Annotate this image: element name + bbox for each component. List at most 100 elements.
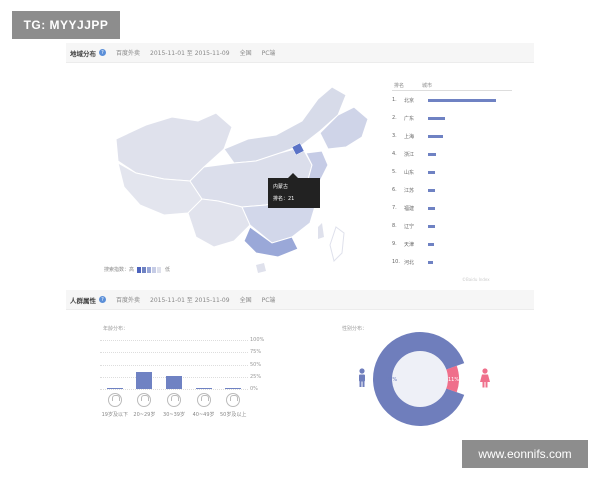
region-panel-header: 地域分布 ? 百度外卖 2015-11-01 至 2015-11-09 全国 P… <box>66 43 534 63</box>
ranking-city: 广东 <box>404 115 415 122</box>
ranking-number: 3. <box>392 133 397 139</box>
ranking-city: 上海 <box>404 133 415 140</box>
ranking-number: 4. <box>392 151 397 157</box>
ranking-row[interactable]: 9. 天津 <box>392 235 512 253</box>
age-bar[interactable] <box>166 376 182 389</box>
ranking-number: 2. <box>392 115 397 121</box>
ranking-bar <box>428 188 435 192</box>
ranking-rows: 1. 北京 2. 广东 3. 上海 4. 浙江 5. 山东 6. 江苏 7. 福建 8. 辽宁 9. 天津 10. 河… <box>392 91 512 271</box>
city-ranking: 排名 城市 1. 北京 2. 广东 3. 上海 4. 浙江 5. 山东 6. 江苏 7. 福建 8. 辽宁 9.… <box>392 80 512 271</box>
ranking-col-rank: 排名 <box>394 82 405 89</box>
ranking-row[interactable]: 6. 江苏 <box>392 181 512 199</box>
ranking-bar <box>428 260 433 264</box>
ranking-bar <box>428 152 436 156</box>
age-gridline <box>100 364 248 366</box>
ranking-city: 天津 <box>404 241 415 248</box>
help-icon[interactable]: ? <box>99 296 106 303</box>
age-bar[interactable] <box>106 387 123 389</box>
map-southwest-region[interactable] <box>187 198 251 248</box>
ranking-row[interactable]: 7. 福建 <box>392 199 512 217</box>
ranking-city: 北京 <box>404 97 415 104</box>
ranking-bar <box>428 170 435 174</box>
crowd-panel-title: 人群属性 <box>70 296 96 305</box>
age-chart-title: 年龄分布： <box>103 326 129 332</box>
donut-hole <box>392 351 448 407</box>
age-axis-tick: 50% <box>250 361 262 368</box>
age-axis-tick: 0% <box>250 386 258 392</box>
map-taiwan-region[interactable] <box>318 223 324 239</box>
ranking-number: 10. <box>392 259 400 265</box>
map-hainan-region[interactable] <box>256 263 266 273</box>
age-gridline <box>100 389 248 390</box>
date-range[interactable]: 2015-11-01 至 2015-11-09 <box>150 48 230 57</box>
female-icon <box>480 368 490 388</box>
age-gridline <box>100 352 248 354</box>
filter-source[interactable]: 百度外卖 <box>116 48 140 57</box>
legend-low-label: 低 <box>165 267 171 273</box>
ranking-row[interactable]: 4. 浙江 <box>392 145 512 163</box>
map-south-sea-islands <box>329 226 345 262</box>
gender-donut-chart: 89% 11% <box>373 332 465 426</box>
scope-filter[interactable]: 全国 <box>240 48 252 57</box>
ranking-bar <box>428 134 443 138</box>
legend-high-label: 搜索指数：高 <box>104 267 135 273</box>
tooltip-region: 内蒙古 <box>273 184 289 190</box>
ranking-city: 福建 <box>404 205 415 212</box>
ranking-bar <box>428 242 434 246</box>
device-filter[interactable]: PC端 <box>262 295 276 304</box>
ranking-header: 排名 城市 <box>392 80 512 91</box>
filter-source[interactable]: 百度外卖 <box>116 295 140 304</box>
age-axis-tick: 75% <box>250 349 262 356</box>
map-tooltip: 内蒙古 排名：21 <box>268 173 320 208</box>
screenshot-stage: 地域分布 ? 百度外卖 2015-11-01 至 2015-11-09 全国 P… <box>0 0 600 480</box>
ranking-city: 浙江 <box>404 151 415 158</box>
legend-gradient <box>137 266 162 273</box>
age-axis-tick: 100% <box>250 337 265 343</box>
watermark-bottom-right: www.eonnifs.com <box>462 440 588 468</box>
ranking-number: 7. <box>392 205 397 211</box>
device-filter[interactable]: PC端 <box>262 48 276 57</box>
age-group-face-icon <box>107 393 122 407</box>
crowd-panel-header: 人群属性 ? 百度外卖 2015-11-01 至 2015-11-09 全国 P… <box>66 290 534 310</box>
ranking-row[interactable]: 2. 广东 <box>392 109 512 127</box>
age-axis-tick: 25% <box>250 373 262 380</box>
tooltip-arrow <box>288 173 298 178</box>
ranking-row[interactable]: 8. 辽宁 <box>392 217 512 235</box>
ranking-bar <box>428 206 435 210</box>
ranking-row[interactable]: 3. 上海 <box>392 127 512 145</box>
ranking-bar <box>428 224 435 228</box>
age-bar[interactable] <box>195 387 212 389</box>
ranking-bar <box>428 116 445 120</box>
ranking-number: 8. <box>392 223 397 229</box>
watermark-top-left: TG: MYYJJPP <box>12 11 120 39</box>
ranking-city: 河北 <box>404 259 415 266</box>
china-map[interactable] <box>106 77 376 295</box>
ranking-bar <box>428 98 496 102</box>
age-group-face-icon <box>167 393 181 407</box>
ranking-row[interactable]: 1. 北京 <box>392 91 512 109</box>
ranking-row[interactable]: 10. 河北 <box>392 253 512 271</box>
ranking-city: 辽宁 <box>404 223 415 230</box>
ranking-city: 山东 <box>404 169 415 176</box>
ranking-row[interactable]: 5. 山东 <box>392 163 512 181</box>
age-bar[interactable] <box>136 372 153 389</box>
male-percent-label: 89% <box>386 377 397 383</box>
age-group-face-icon <box>196 393 211 407</box>
tooltip-rank: 排名：21 <box>273 196 295 202</box>
ranking-number: 6. <box>392 187 397 193</box>
male-icon <box>359 368 365 387</box>
date-range[interactable]: 2015-11-01 至 2015-11-09 <box>150 295 230 304</box>
map-legend: 搜索指数：高 低 <box>104 266 170 273</box>
female-percent-label: 11% <box>448 377 459 383</box>
copyright-text: ©Baidu Index <box>462 277 490 282</box>
ranking-city: 江苏 <box>404 187 415 194</box>
scope-filter[interactable]: 全国 <box>240 295 252 304</box>
region-panel-title: 地域分布 <box>70 49 96 58</box>
age-category-label: 50岁及以上 <box>220 412 247 418</box>
gender-chart-title: 性别分布： <box>342 326 368 332</box>
age-bar[interactable] <box>225 387 242 389</box>
help-icon[interactable]: ? <box>99 49 106 56</box>
ranking-col-city: 城市 <box>422 82 433 89</box>
ranking-number: 9. <box>392 241 397 247</box>
ranking-number: 5. <box>392 169 397 175</box>
